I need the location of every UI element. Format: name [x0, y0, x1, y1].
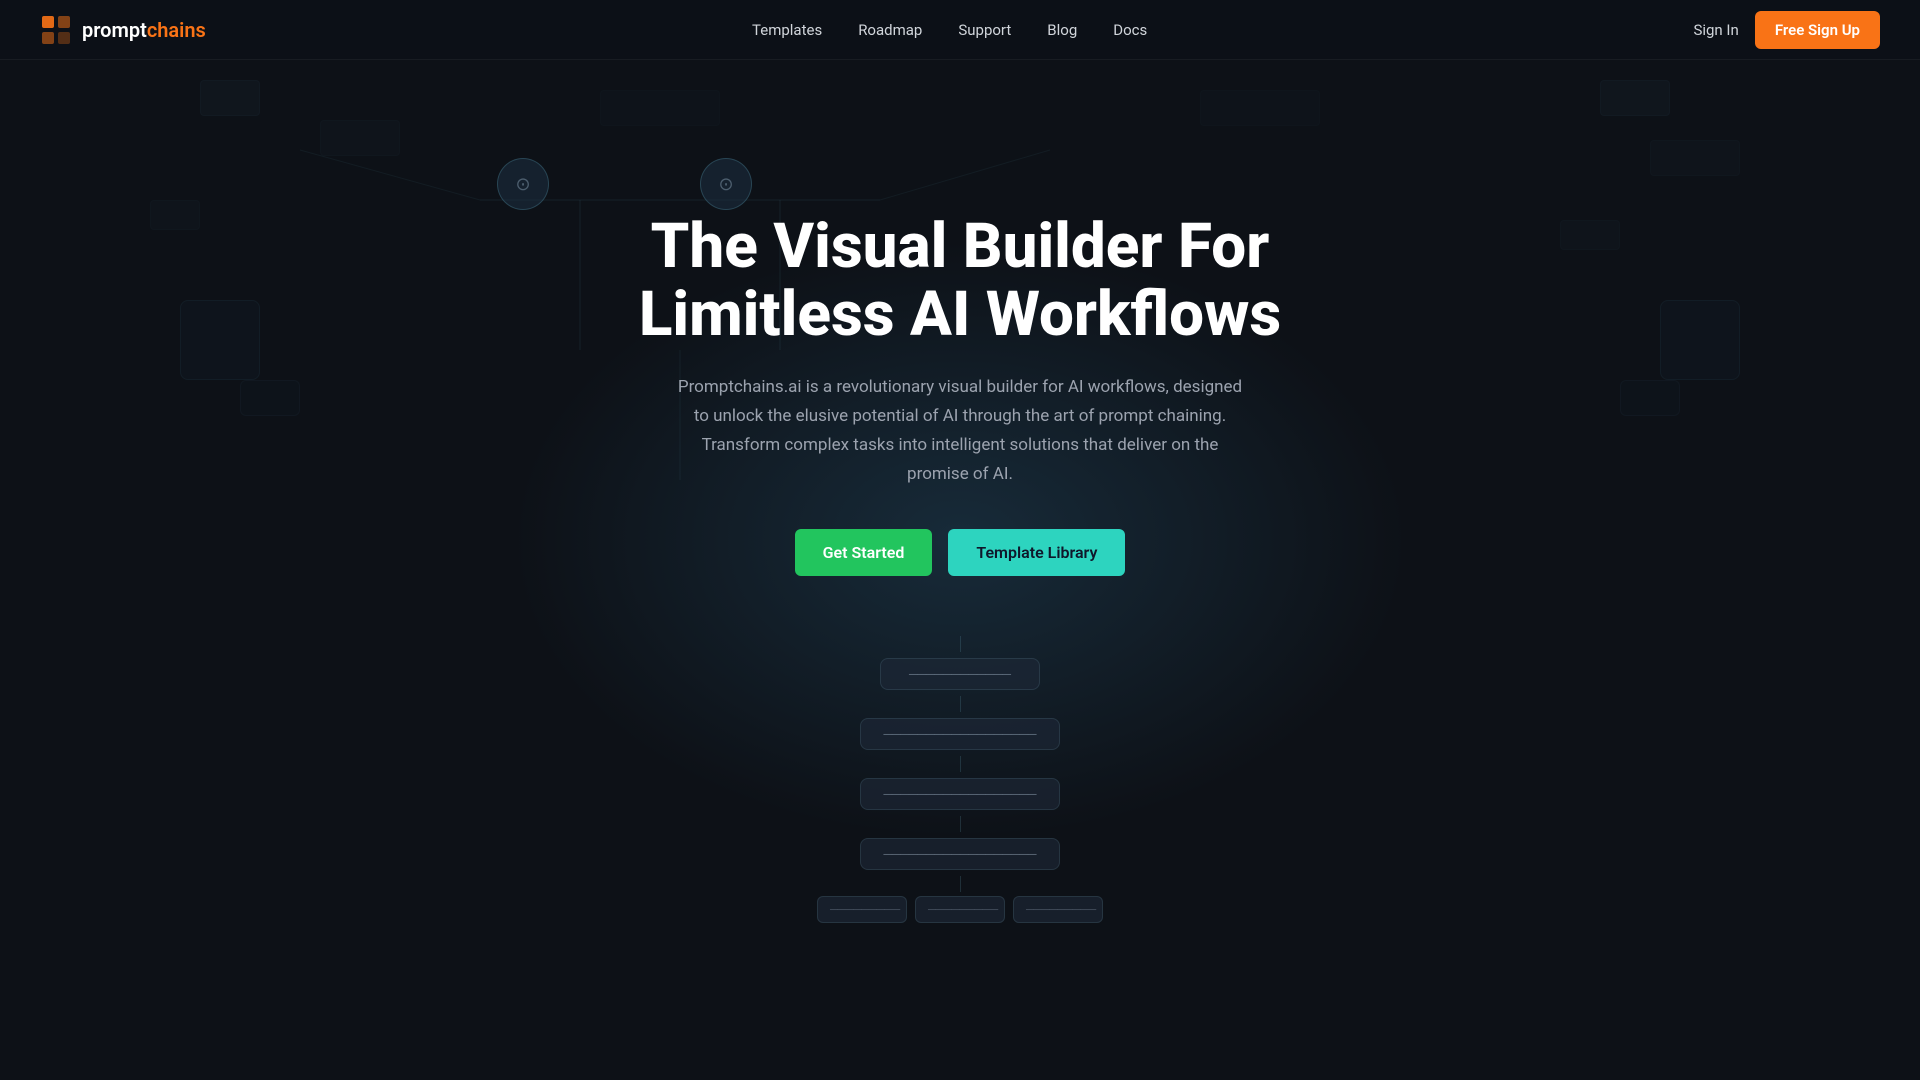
- nav-templates[interactable]: Templates: [752, 21, 822, 39]
- hero-content: The Visual Builder For Limitless AI Work…: [639, 153, 1281, 927]
- get-started-button[interactable]: Get Started: [795, 529, 933, 576]
- nav-actions: Sign In Free Sign Up: [1693, 11, 1880, 49]
- flow-connector: [960, 696, 961, 712]
- flow-node-1: ────────────: [880, 658, 1040, 690]
- flow-node-4: ──────────────────: [860, 838, 1060, 870]
- hero-title: The Visual Builder For Limitless AI Work…: [639, 213, 1281, 349]
- nav-docs[interactable]: Docs: [1113, 21, 1147, 39]
- bg-decoration: [1650, 140, 1740, 176]
- bg-decoration: [1200, 90, 1320, 126]
- hero-buttons: Get Started Template Library: [639, 529, 1281, 576]
- sign-in-button[interactable]: Sign In: [1693, 21, 1738, 39]
- free-signup-button[interactable]: Free Sign Up: [1755, 11, 1880, 49]
- side-node-right: [1660, 300, 1740, 380]
- side-node-left-2: [240, 380, 300, 416]
- flow-connector: [960, 756, 961, 772]
- bg-decoration: [200, 80, 260, 116]
- flow-branch-node-3: ─────────: [1013, 896, 1103, 923]
- flow-diagram-preview: ──────────── ────────────────── ────────…: [800, 636, 1120, 923]
- logo-icon: [40, 14, 72, 46]
- bg-decoration: [1600, 80, 1670, 116]
- flow-node-3: ──────────────────: [860, 778, 1060, 810]
- bg-decoration: [320, 120, 400, 156]
- side-node-right-2: [1620, 380, 1680, 416]
- navbar: promptchains Templates Roadmap Support B…: [0, 0, 1920, 60]
- side-node-left: [180, 300, 260, 380]
- nav-roadmap[interactable]: Roadmap: [858, 21, 922, 39]
- flow-connector: [960, 876, 961, 892]
- bg-decoration: [150, 200, 200, 230]
- nav-links: Templates Roadmap Support Blog Docs: [752, 21, 1147, 39]
- logo[interactable]: promptchains: [40, 14, 206, 46]
- flow-branch-node-1: ─────────: [817, 896, 907, 923]
- bg-decoration: [600, 90, 720, 126]
- flow-node-2: ──────────────────: [860, 718, 1060, 750]
- template-library-button[interactable]: Template Library: [948, 529, 1125, 576]
- flow-connector: [960, 816, 961, 832]
- hero-section: ⊙ ⊙ The Visual Builder For Limitless AI …: [0, 0, 1920, 1080]
- nav-support[interactable]: Support: [958, 21, 1011, 39]
- flow-branch-node-2: ─────────: [915, 896, 1005, 923]
- flow-connector: [960, 636, 961, 652]
- network-node-1: ⊙: [497, 158, 549, 210]
- flow-branch: ───────── ───────── ─────────: [800, 896, 1120, 923]
- hero-subtitle: Promptchains.ai is a revolutionary visua…: [670, 373, 1250, 489]
- logo-text: promptchains: [82, 18, 206, 42]
- nav-blog[interactable]: Blog: [1047, 21, 1077, 39]
- bg-decoration: [1560, 220, 1620, 250]
